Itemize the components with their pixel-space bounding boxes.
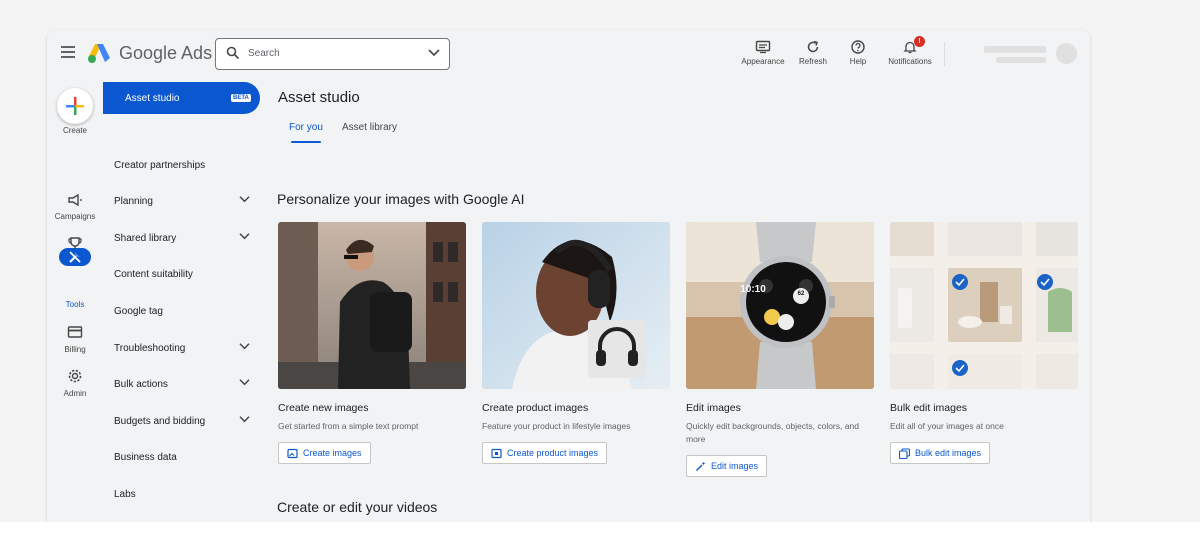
create-button[interactable]: [57, 88, 93, 124]
refresh-button[interactable]: Refresh: [795, 40, 831, 66]
main-content: Asset studio For you Asset library Perso…: [263, 78, 1090, 546]
card-description: Edit all of your images at once: [890, 421, 1004, 431]
nav-item-label: Budgets and bidding: [114, 416, 206, 427]
chevron-down-icon: [239, 196, 250, 203]
nav-item-business-data[interactable]: Business data: [114, 452, 254, 463]
create-images-button[interactable]: Create images: [278, 442, 371, 464]
nav-item-label: Business data: [114, 452, 177, 463]
images-section-title: Personalize your images with Google AI: [277, 191, 525, 207]
appearance-button[interactable]: Appearance: [737, 40, 789, 66]
app-window: Google Ads Search Appearance Refresh Hel…: [47, 30, 1090, 546]
nav-item-label: Asset studio: [125, 93, 180, 104]
product-image-icon: [491, 448, 502, 459]
appearance-icon: [755, 40, 771, 54]
nav-rail: Create Campaigns Goals Tools Billing Adm…: [47, 78, 103, 546]
nav-item-troubleshooting[interactable]: Troubleshooting: [114, 343, 254, 354]
help-label: Help: [849, 57, 867, 66]
chevron-down-icon: [239, 233, 250, 240]
nav-item-google-tag[interactable]: Google tag: [114, 306, 254, 317]
nav-item-planning[interactable]: Planning: [114, 196, 254, 207]
watch-badge: 62: [797, 291, 805, 297]
nav-item-label: Labs: [114, 489, 136, 500]
rail-item-tools[interactable]: Tools: [47, 300, 103, 309]
edit-images-button[interactable]: Edit images: [686, 455, 768, 477]
help-button[interactable]: Help: [843, 40, 873, 66]
watch-photo-thumbnail[interactable]: 10:10 62: [686, 222, 874, 389]
account-id-placeholder: [996, 57, 1046, 63]
chevron-down-icon: [239, 379, 250, 386]
top-bar: Google Ads Search Appearance Refresh Hel…: [47, 30, 1090, 78]
create-product-images-button[interactable]: Create product images: [482, 442, 608, 464]
nav-item-shared-library[interactable]: Shared library: [114, 233, 254, 244]
tab-for-you[interactable]: For you: [289, 122, 323, 133]
nav-item-label: Content suitability: [114, 269, 193, 280]
megaphone-icon[interactable]: [67, 192, 83, 208]
tools-icon[interactable]: [67, 249, 83, 265]
chevron-down-icon[interactable]: [428, 48, 440, 58]
headphones-photo-thumbnail[interactable]: [482, 222, 670, 389]
tab-asset-library[interactable]: Asset library: [342, 122, 397, 133]
nav-item-label: Bulk actions: [114, 379, 168, 390]
rail-item-campaigns[interactable]: Campaigns: [47, 212, 103, 221]
card-title: Create new images: [278, 402, 369, 414]
divider: [944, 42, 945, 66]
refresh-icon: [807, 40, 819, 53]
nav-item-budgets-and-bidding[interactable]: Budgets and bidding: [114, 416, 254, 427]
chevron-down-icon: [239, 343, 250, 350]
search-placeholder: Search: [248, 48, 280, 59]
button-label: Edit images: [711, 461, 759, 471]
nav-item-label: Troubleshooting: [114, 343, 186, 354]
account-name-placeholder[interactable]: [984, 46, 1046, 53]
magic-wand-icon: [696, 461, 706, 471]
button-label: Create product images: [507, 448, 599, 458]
nav-item-label: Planning: [114, 196, 153, 207]
image-add-icon: [287, 448, 298, 459]
card-title: Create product images: [482, 402, 589, 414]
nav-item-content-suitability[interactable]: Content suitability: [114, 269, 254, 280]
card-description: Feature your product in lifestyle images: [482, 421, 631, 431]
card-description: Get started from a simple text prompt: [278, 421, 419, 431]
plus-icon: [57, 88, 93, 124]
menu-icon[interactable]: [61, 46, 75, 58]
watch-time: 10:10: [740, 284, 766, 295]
search-box[interactable]: Search: [215, 38, 450, 70]
nav-item-creator-partnerships[interactable]: Creator partnerships: [114, 160, 254, 171]
rail-item-admin[interactable]: Admin: [47, 389, 103, 398]
active-tab-indicator: [291, 141, 321, 143]
nav-item-labs[interactable]: Labs: [114, 489, 254, 500]
help-icon: [851, 40, 865, 54]
avatar[interactable]: [1056, 43, 1077, 64]
refresh-label: Refresh: [798, 57, 827, 66]
card-title: Bulk edit images: [890, 402, 968, 414]
bulk-edit-images-button[interactable]: Bulk edit images: [890, 442, 991, 464]
gear-icon[interactable]: [67, 368, 83, 384]
credit-card-icon[interactable]: [67, 324, 83, 340]
page-bottom-edge: [0, 522, 1200, 546]
search-icon: [226, 46, 240, 60]
google-ads-logo-icon: [88, 44, 110, 63]
nav-item-label: Creator partnerships: [114, 160, 206, 171]
street-photo-thumbnail[interactable]: [278, 222, 466, 389]
appearance-label: Appearance: [741, 57, 785, 66]
rail-item-billing[interactable]: Billing: [47, 345, 103, 354]
notification-badge: !: [914, 36, 925, 47]
notifications-button[interactable]: ! Notifications: [885, 36, 935, 66]
create-label: Create: [62, 126, 87, 135]
card-title: Edit images: [686, 402, 741, 414]
videos-section-title: Create or edit your videos: [277, 499, 438, 515]
bulk-images-icon: [899, 448, 910, 459]
brand-name[interactable]: Google Ads: [119, 43, 212, 64]
product-grid-thumbnail[interactable]: [890, 222, 1078, 389]
notifications-label: Notifications: [888, 57, 932, 66]
nav-item-label: Shared library: [114, 233, 177, 244]
button-label: Create images: [303, 448, 362, 458]
nav-item-bulk-actions[interactable]: Bulk actions: [114, 379, 254, 390]
chevron-down-icon: [239, 416, 250, 423]
beta-badge: BETA: [231, 94, 251, 102]
button-label: Bulk edit images: [915, 448, 982, 458]
card-description: Quickly edit backgrounds, objects, color…: [686, 421, 859, 444]
nav-item-asset-studio[interactable]: Asset studio BETA: [103, 82, 260, 114]
nav-item-label: Google tag: [114, 306, 163, 317]
page-title: Asset studio: [278, 89, 360, 106]
